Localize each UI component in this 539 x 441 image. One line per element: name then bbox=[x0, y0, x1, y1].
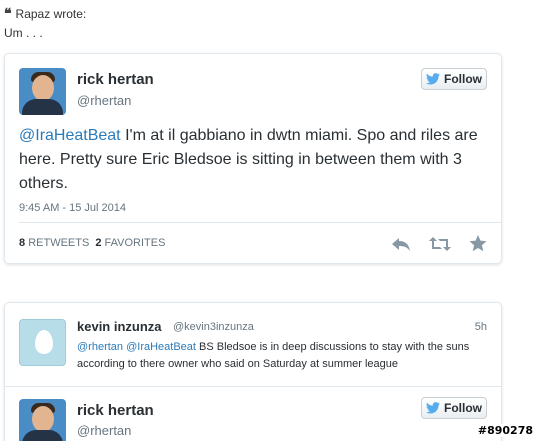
reply-icon[interactable] bbox=[391, 236, 411, 252]
twitter-bird-icon bbox=[426, 402, 440, 414]
tweet-embed-card: rick hertan @rhertan Follow @IraHeatBeat… bbox=[4, 53, 502, 264]
favorite-icon[interactable] bbox=[469, 235, 487, 252]
mention-link[interactable]: @IraHeatBeat bbox=[19, 127, 121, 144]
watermark: #890278 bbox=[475, 424, 535, 437]
tweet-timestamp[interactable]: 9:45 AM - 15 Jul 2014 bbox=[19, 202, 126, 214]
quote-body: Um . . . bbox=[4, 26, 43, 40]
retweets-stat[interactable]: 8 RETWEETS bbox=[19, 237, 89, 249]
author-name[interactable]: rick hertan bbox=[77, 402, 154, 419]
reply-text: @rhertan @IraHeatBeat BS Bledsoe is in d… bbox=[77, 339, 477, 373]
mention-link[interactable]: @rhertan bbox=[77, 341, 123, 353]
follow-label: Follow bbox=[444, 401, 482, 415]
default-egg-avatar[interactable] bbox=[19, 319, 66, 366]
divider bbox=[19, 222, 501, 223]
twitter-bird-icon bbox=[426, 73, 440, 85]
mention-link[interactable]: @IraHeatBeat bbox=[126, 341, 196, 353]
follow-label: Follow bbox=[444, 72, 482, 86]
author-name[interactable]: rick hertan bbox=[77, 71, 154, 88]
avatar[interactable] bbox=[19, 68, 66, 115]
follow-button[interactable]: Follow bbox=[421, 68, 487, 90]
tweet-actions bbox=[391, 235, 487, 252]
retweet-icon[interactable] bbox=[429, 236, 451, 252]
quote-mark-icon: ❝ bbox=[4, 6, 12, 22]
reply-author-handle[interactable]: @kevin3inzunza bbox=[173, 321, 254, 333]
quote-header: ❝ Rapaz wrote: bbox=[4, 6, 86, 22]
quote-author: Rapaz wrote: bbox=[15, 7, 87, 21]
reply-timestamp[interactable]: 5h bbox=[475, 321, 487, 333]
follow-button[interactable]: Follow bbox=[421, 397, 487, 419]
egg-icon bbox=[35, 330, 53, 354]
author-handle[interactable]: @rhertan bbox=[77, 423, 131, 438]
in-reply-to-tweet: kevin inzunza @kevin3inzunza 5h @rhertan… bbox=[5, 303, 501, 387]
favorites-stat[interactable]: 2 FAVORITES bbox=[95, 237, 165, 249]
reply-author-name[interactable]: kevin inzunza bbox=[77, 319, 162, 334]
tweet-embed-card-2: kevin inzunza @kevin3inzunza 5h @rhertan… bbox=[4, 302, 502, 441]
author-handle[interactable]: @rhertan bbox=[77, 93, 131, 108]
tweet-stats: 8 RETWEETS 2 FAVORITES bbox=[19, 237, 165, 249]
tweet-text: @IraHeatBeat I'm at il gabbiano in dwtn … bbox=[19, 124, 489, 196]
avatar[interactable] bbox=[19, 399, 66, 441]
